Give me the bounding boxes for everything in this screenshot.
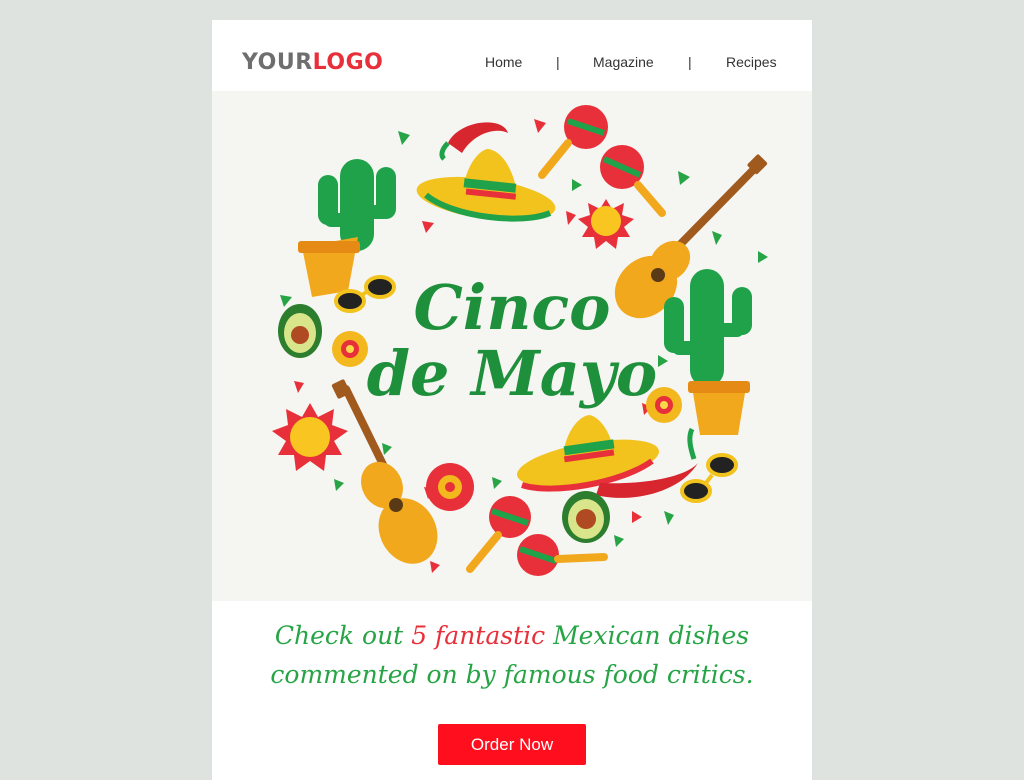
email-header: YOURLOGO Home | Magazine | Recipes (212, 20, 812, 91)
logo-text-logo: LOGO (312, 50, 384, 75)
logo[interactable]: YOURLOGO (242, 50, 383, 75)
nav-separator: | (556, 54, 560, 70)
sunglasses-icon (680, 453, 738, 503)
nav-link-recipes[interactable]: Recipes (726, 54, 777, 70)
nav-link-magazine[interactable]: Magazine (593, 54, 654, 70)
nav-item-recipes[interactable]: Recipes (726, 54, 777, 70)
hero-title-line1: Cinco (413, 271, 610, 344)
order-now-button[interactable]: Order Now (438, 724, 586, 765)
avocado-icon (562, 491, 610, 543)
flower-icon (332, 331, 368, 367)
sombrero-icon (416, 149, 556, 222)
avocado-icon (278, 304, 322, 358)
nav-item-home[interactable]: Home (485, 54, 522, 70)
headline-text: Mexican dishes (545, 621, 750, 650)
flower-icon (426, 463, 474, 511)
nav-separator: | (688, 54, 692, 70)
logo-text-your: YOUR (242, 50, 313, 75)
nav-link-home[interactable]: Home (485, 54, 522, 70)
cinco-de-mayo-illustration: Cinco de Mayo (272, 105, 768, 576)
headline-line1: Check out 5 fantastic Mexican dishes (212, 616, 812, 655)
sun-icon (578, 199, 634, 249)
maracas-icon (538, 105, 666, 217)
headline-line2: commented on by famous food critics. (270, 660, 754, 689)
sun-icon (272, 403, 348, 471)
headline-highlight: 5 fantastic (411, 621, 546, 650)
hero-banner: Cinco de Mayo (212, 91, 812, 601)
email-card: YOURLOGO Home | Magazine | Recipes Cinco… (212, 20, 812, 780)
nav-item-magazine[interactable]: Magazine (593, 54, 654, 70)
hero-title-line2: de Mayo (367, 337, 658, 410)
headline: Check out 5 fantastic Mexican dishes com… (212, 616, 812, 694)
headline-text: Check out (274, 621, 412, 650)
